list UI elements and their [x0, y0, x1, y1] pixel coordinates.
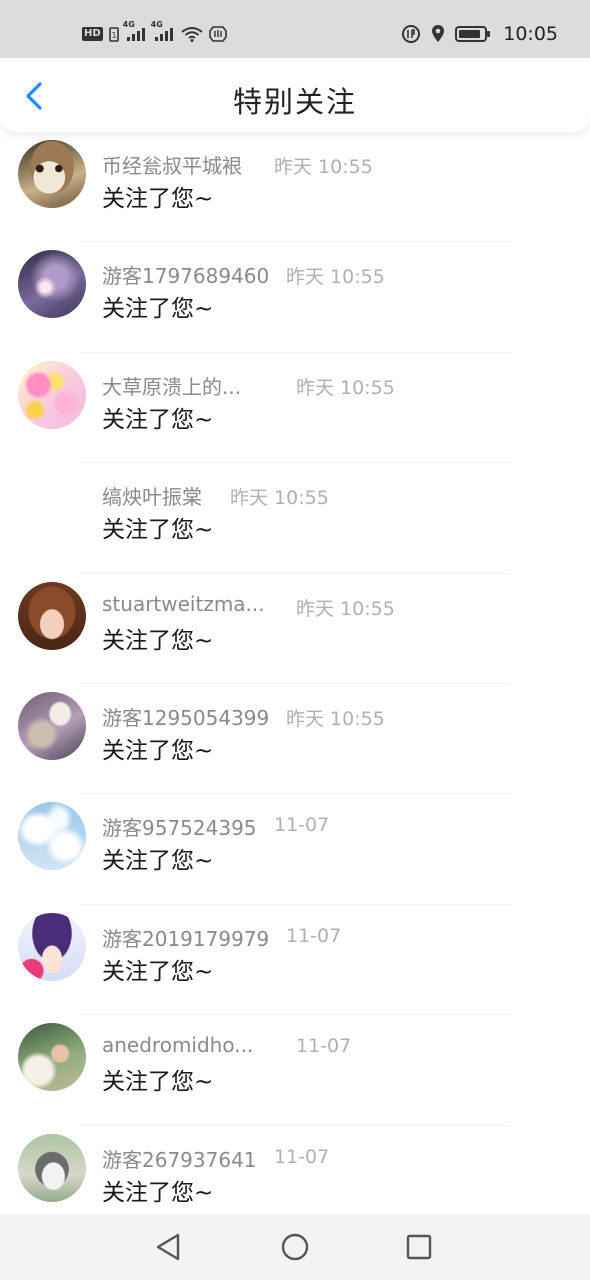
signal-2-icon: 4G	[151, 20, 175, 42]
follow-row[interactable]: 游客2019179979 11-07 关注了您~	[0, 905, 590, 1016]
follow-message: 关注了您~	[102, 848, 214, 875]
user-name: 游客1295054399	[102, 705, 270, 730]
follow-message: 关注了您~	[102, 296, 214, 323]
follow-time: 11-07	[296, 1035, 352, 1058]
follow-message: 关注了您~	[102, 406, 214, 433]
user-name: anedromidho...	[102, 1033, 254, 1058]
follow-message: 关注了您~	[102, 958, 214, 985]
follow-time: 昨天 10:55	[286, 707, 385, 730]
follow-time: 11-07	[274, 1145, 330, 1168]
follow-time: 昨天 10:55	[296, 376, 395, 399]
header: 特别关注	[0, 58, 590, 132]
follow-message: 关注了您~	[102, 517, 214, 544]
location-icon	[432, 25, 445, 42]
follow-row[interactable]: 游客1295054399 昨天 10:55 关注了您~	[0, 684, 590, 795]
user-name: 游客2019179979	[102, 926, 270, 951]
user-name: 游客957524395	[102, 816, 257, 841]
svg-text:1: 1	[111, 31, 116, 40]
follow-message: 关注了您~	[102, 1069, 214, 1096]
user-name: 币经瓮叔平城裉	[102, 154, 242, 178]
avatar[interactable]	[18, 691, 86, 760]
data-saver-icon	[402, 25, 421, 43]
avatar[interactable]	[18, 140, 86, 208]
avatar[interactable]	[18, 1023, 86, 1092]
avatar[interactable]	[18, 360, 86, 429]
follow-row[interactable]: 游客1797689460 昨天 10:55 关注了您~	[0, 242, 590, 353]
follow-row[interactable]: 大草原溃上的... 昨天 10:55 关注了您~	[0, 353, 590, 464]
follow-time: 11-07	[274, 814, 330, 837]
page-title: 特别关注	[232, 85, 357, 119]
follow-time: 昨天 10:55	[286, 266, 385, 289]
clock: 10:05	[503, 23, 558, 45]
wifi-icon	[181, 27, 203, 42]
follow-message: 关注了您~	[102, 737, 214, 764]
follow-message: 关注了您~	[102, 627, 214, 654]
follow-message: 关注了您~	[102, 186, 214, 212]
follow-row[interactable]: 游客957524395 11-07 关注了您~	[0, 794, 590, 905]
follow-row[interactable]: 币经瓮叔平城裉 昨天 10:55 关注了您~	[0, 132, 590, 243]
user-name: 大草原溃上的...	[102, 374, 242, 399]
signal-1-icon: 4G	[123, 20, 147, 42]
follow-message: 关注了您~	[102, 1179, 214, 1206]
follow-row[interactable]: anedromidho... 11-07 关注了您~	[0, 1015, 590, 1126]
nav-recents-button[interactable]	[401, 1229, 437, 1265]
nav-home-button[interactable]	[277, 1229, 313, 1265]
status-right-icons: 10:05	[401, 22, 558, 46]
follow-time: 11-07	[286, 924, 342, 947]
nfc-icon	[208, 26, 227, 42]
avatar[interactable]	[18, 250, 86, 319]
system-nav-bar	[0, 1214, 590, 1280]
triangle-back-icon	[156, 1233, 180, 1261]
status-bar: HD 1 4G 4G 10:05	[0, 0, 590, 58]
user-name: 缟炴叶振棠	[102, 485, 202, 510]
user-name: 游客1797689460	[102, 264, 270, 289]
avatar[interactable]	[18, 1133, 86, 1202]
square-recent-icon	[406, 1234, 432, 1260]
user-name: stuartweitzma...	[102, 591, 265, 616]
status-left-icons: HD 1 4G 4G	[82, 20, 227, 46]
follow-time: 昨天 10:55	[274, 156, 373, 178]
user-name: 游客267937641	[102, 1147, 257, 1172]
avatar[interactable]	[18, 802, 86, 871]
follow-row[interactable]: 缟炴叶振棠 昨天 10:55 关注了您~	[0, 463, 590, 574]
follow-row[interactable]: stuartweitzma... 昨天 10:55 关注了您~	[0, 574, 590, 684]
battery-icon	[455, 26, 491, 42]
avatar[interactable]	[18, 912, 86, 981]
avatar[interactable]	[18, 471, 86, 539]
circle-home-icon	[281, 1233, 309, 1261]
avatar[interactable]	[18, 581, 86, 650]
follow-time: 昨天 10:55	[296, 597, 395, 620]
sim-1-icon: 1	[108, 27, 119, 42]
follow-time: 昨天 10:55	[230, 487, 329, 510]
follow-list: 币经瓮叔平城裉 昨天 10:55 关注了您~ 游客1797689460 昨天 1…	[0, 132, 590, 1236]
hd-icon: HD	[82, 27, 103, 41]
nav-back-button[interactable]	[150, 1229, 186, 1265]
